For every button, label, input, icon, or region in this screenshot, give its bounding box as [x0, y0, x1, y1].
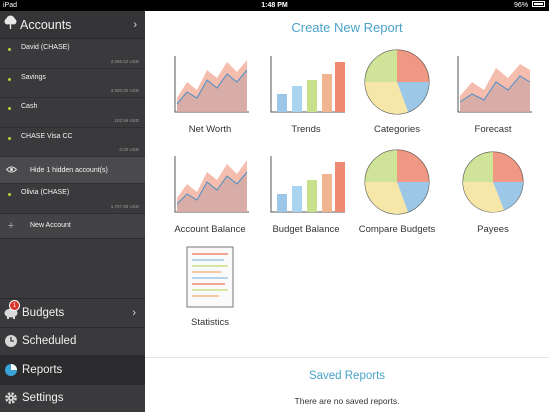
hide-accounts-toggle[interactable]: Hide 1 hidden account(s)	[0, 157, 145, 184]
status-bar: iPad 1:48 PM 96%	[0, 0, 549, 11]
account-balance: 0.00 USD	[119, 147, 139, 152]
battery-percent: 96%	[514, 2, 529, 9]
line-area-chart-icon	[174, 156, 249, 213]
battery-indicator: 96%	[514, 0, 545, 11]
report-label: Statistics	[190, 317, 229, 328]
nav-item-reports[interactable]: Reports	[0, 355, 145, 384]
pie-chart-icon	[364, 49, 430, 115]
saved-reports-empty-message: There are no saved reports.	[294, 396, 400, 406]
main-nav: 1 Budgets › Scheduled Reports Settings	[0, 298, 145, 412]
report-label: Net Worth	[188, 124, 232, 135]
report-tile-categories[interactable]: Categories	[349, 48, 445, 135]
account-dot-icon	[8, 77, 11, 81]
account-name: Cash	[21, 103, 38, 110]
clock: 1:48 PM	[261, 2, 288, 9]
nav-label-budgets: Budgets	[22, 306, 65, 319]
report-tile-budget-balance[interactable]: Budget Balance	[258, 152, 354, 235]
nav-item-settings[interactable]: Settings	[0, 383, 145, 412]
report-tile-statistics[interactable]: Statistics	[162, 245, 258, 328]
battery-icon	[532, 1, 545, 8]
eye-icon	[0, 165, 22, 175]
pie-chart-icon	[364, 149, 430, 215]
report-tile-net-worth[interactable]: Net Worth	[162, 52, 258, 135]
new-account-button[interactable]: + New Account	[0, 213, 145, 239]
reports-panel: Create New Report Net Worth Trends Categ…	[145, 11, 549, 412]
account-name: Olivia (CHASE)	[21, 189, 70, 196]
report-label: Account Balance	[174, 224, 246, 235]
nav-label-scheduled: Scheduled	[22, 335, 77, 348]
account-row[interactable]: Olivia (CHASE) 1,707.85 USD	[0, 184, 145, 214]
line-area-chart-icon	[174, 56, 249, 113]
account-dot-icon	[8, 193, 11, 196]
chevron-right-icon: ›	[132, 306, 136, 319]
report-tile-payees[interactable]: Payees	[445, 148, 541, 235]
line-area-chart-icon	[457, 56, 532, 113]
gear-icon	[1, 388, 21, 408]
section-divider	[145, 357, 549, 358]
account-balance: 2,096.52 USD	[110, 58, 139, 64]
report-label: Trends	[291, 124, 321, 135]
report-tile-forecast[interactable]: Forecast	[445, 52, 541, 135]
plus-icon: +	[7, 219, 15, 232]
report-tile-account-balance[interactable]: Account Balance	[162, 152, 258, 235]
account-balance: 102.59 USD	[114, 117, 139, 123]
nav-label-reports: Reports	[22, 363, 63, 376]
account-row[interactable]: Savings 3,920.00 USD	[0, 69, 145, 98]
nav-item-budgets[interactable]: 1 Budgets ›	[0, 298, 145, 327]
report-label: Categories	[374, 124, 420, 135]
hide-accounts-label: Hide 1 hidden account(s)	[30, 166, 108, 174]
accounts-header[interactable]: Accounts ›	[0, 11, 145, 39]
pie-chart-icon	[1, 360, 21, 380]
account-row[interactable]: David (CHASE) 2,096.52 USD	[0, 39, 145, 69]
clock-icon	[1, 331, 21, 351]
budgets-badge: 1	[9, 300, 20, 311]
report-tile-compare-budgets[interactable]: Compare Budgets	[349, 148, 445, 235]
pie-chart-icon	[462, 151, 524, 213]
account-name: Savings	[21, 73, 46, 81]
report-label: Payees	[477, 224, 509, 235]
page-title: Create New Report	[291, 20, 403, 35]
report-label: Budget Balance	[272, 224, 340, 235]
account-name: David (CHASE)	[21, 44, 70, 51]
bar-chart-icon	[270, 156, 345, 213]
tree-icon	[4, 15, 17, 34]
document-icon	[186, 246, 234, 308]
report-tile-trends[interactable]: Trends	[258, 52, 354, 135]
bar-chart-icon	[270, 56, 345, 113]
account-balance: 1,707.85 USD	[110, 203, 139, 209]
account-balance: 3,920.00 USD	[110, 88, 139, 93]
account-row[interactable]: Cash 102.59 USD	[0, 98, 145, 128]
report-label: Compare Budgets	[358, 224, 436, 235]
account-dot-icon	[8, 48, 11, 51]
new-account-label: New Account	[30, 222, 71, 229]
nav-label-settings: Settings	[22, 392, 64, 405]
account-dot-icon	[8, 107, 11, 110]
account-name: CHASE Visa CC	[21, 132, 73, 140]
chevron-right-icon: ›	[133, 18, 137, 31]
accounts-title: Accounts	[20, 17, 72, 32]
report-label: Forecast	[474, 124, 512, 135]
account-row[interactable]: CHASE Visa CC 0.00 USD	[0, 128, 145, 157]
account-dot-icon	[8, 136, 11, 140]
nav-item-scheduled[interactable]: Scheduled	[0, 326, 145, 356]
sidebar: Accounts › David (CHASE) 2,096.52 USD Sa…	[0, 11, 145, 412]
saved-reports-title: Saved Reports	[308, 370, 386, 382]
